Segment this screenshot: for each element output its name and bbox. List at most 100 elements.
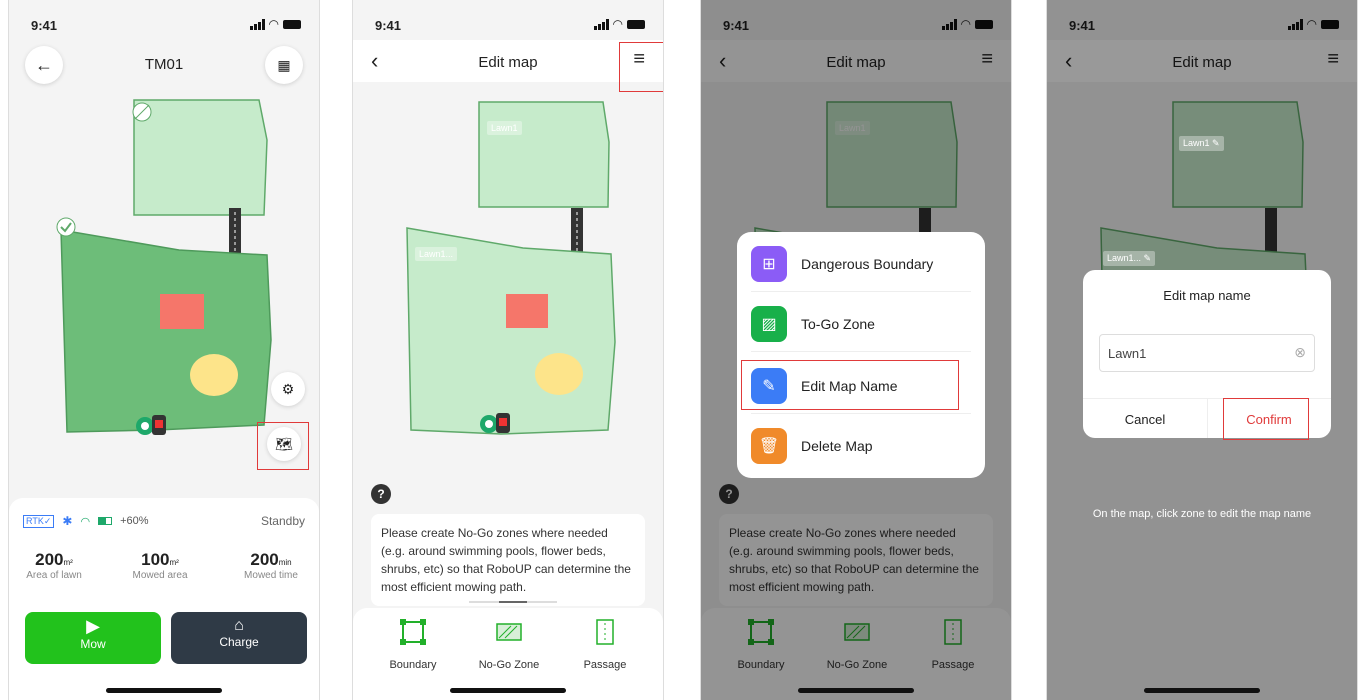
grid-menu-button[interactable]: ▦ [265,46,303,84]
clear-icon[interactable]: ⊗ [1294,344,1306,361]
stat-unit: min [278,558,292,567]
tool-no-go-zone[interactable]: No-Go Zone [469,618,549,671]
status-icons: ◠ [593,17,645,31]
stat-mowed-time: 200min Mowed time [233,550,309,581]
tool-bar: Boundary No-Go Zone Passage [353,608,663,700]
zone-name: Lawn1 [1183,138,1210,148]
pencil-icon: ✎ [1212,138,1220,148]
bluetooth-icon: ✱ [62,514,73,528]
play-icon: ▶ [86,616,100,636]
status-time: 9:41 [31,18,58,33]
stat-label: Mowed time [244,570,298,581]
passage-icon [596,619,614,645]
menu-item-label: To-Go Zone [801,315,875,332]
status-bar: 9:41 ◠ [353,14,663,36]
page-indicator [469,601,557,603]
edit-map-button[interactable]: 🗺 [267,427,301,461]
phone-screen-edit-menu: 9:41 ◠ ‹ Edit map ≡ Lawn1 ? Please creat… [700,0,1012,700]
wifi-status-icon: ◠ [80,515,91,528]
tool-passage[interactable]: Passage [565,618,645,671]
map-action-menu: ⊞ Dangerous Boundary ▨ To-Go Zone ✎ Edit… [737,232,985,478]
stat-area-of-lawn: 200m² Area of lawn [19,550,89,581]
dialog-title: Edit map name [1163,288,1251,303]
zone-label-lawn2[interactable]: Lawn1... ✎ [1103,251,1156,266]
no-go-zone [506,294,548,328]
map-edit-icon: 🗺 [275,435,293,452]
tool-label: No-Go Zone [478,659,540,671]
spot-zone [190,354,238,396]
home-indicator [1144,688,1260,693]
signal-icon [249,18,265,30]
menu-item-label: Dangerous Boundary [801,255,934,272]
hint-card: Please create No-Go zones where needed (… [371,514,645,606]
zone-name: Lawn1... [1107,253,1142,263]
tool-label: Boundary [389,659,437,671]
home-indicator [106,688,222,693]
stat-value: 200 [35,550,64,569]
map-settings-icon: ⚙ [281,380,295,397]
lawn-zone-1 [478,101,610,208]
menu-item-dangerous-boundary[interactable]: ⊞ Dangerous Boundary [751,236,971,292]
zone-label-lawn1[interactable]: Lawn1 [487,121,522,135]
battery-icon [627,19,645,29]
highlight-box [619,42,663,92]
input-value: Lawn1 [1108,346,1147,361]
pencil-icon: ✎ [1143,253,1152,263]
tool-boundary[interactable]: Boundary [373,618,453,671]
stat-unit: m² [63,558,73,567]
no-go-zone [160,294,204,329]
map-settings-button[interactable]: ⚙ [271,372,305,406]
highlight-box [741,360,959,410]
page-title: Edit map [478,54,538,71]
home-indicator [798,688,914,693]
rtk-badge: RTK✓ [23,514,55,528]
lawn-zone-1 [133,99,268,216]
edit-name-dialog: Edit map name Lawn1 ⊗ Cancel Confirm [1083,270,1331,440]
menu-item-to-go-zone[interactable]: ▨ To-Go Zone [751,296,971,352]
zone-label-lawn2[interactable]: Lawn1... [415,247,458,261]
stat-label: Area of lawn [26,570,82,581]
hatch-icon: ▨ [751,305,787,342]
cancel-button[interactable]: Cancel [1083,412,1207,427]
signal-icon [593,18,609,30]
battery-percentage: +60% [120,515,149,527]
plus-square-icon: ⊞ [751,245,787,282]
home-indicator [450,688,566,693]
status-time: 9:41 [375,18,402,33]
control-panel: RTK✓ ✱ ◠ +60% Standby 200m² Area of lawn… [9,498,319,700]
mow-label: Mow [80,637,106,651]
wifi-icon: ◠ [268,17,279,31]
spot-zone [535,353,583,395]
stat-value: 200 [250,550,279,569]
device-status-row: RTK✓ ✱ ◠ +60% [23,514,149,528]
map-name-input[interactable]: Lawn1 ⊗ [1099,334,1315,372]
menu-item-label: Delete Map [801,438,873,454]
phone-screen-rename-map: 9:41 ◠ ‹ Edit map ≡ Lawn1 ✎ Lawn1... ✎ E… [1046,0,1358,700]
phone-screen-mower-home: 9:41 ◠ ← TM01 ▦ ⚙ 🗺 RTK✓ ✱ ◠ +60% Standb… [8,0,320,700]
battery-icon [283,19,301,29]
header: ‹ Edit map ≡ [353,40,663,82]
zone-checked-marker [56,217,76,237]
help-icon[interactable]: ? [371,484,391,504]
charge-button[interactable]: ⌂ Charge [171,612,307,664]
menu-item-delete-map[interactable]: 🗑 Delete Map [751,418,971,474]
charge-dock-icon: ⌂ [234,617,244,634]
stat-mowed-area: 100m² Mowed area [125,550,195,581]
highlight-box [1223,398,1309,440]
status-icons: ◠ [249,17,301,31]
charge-label: Charge [219,635,259,649]
stat-unit: m² [169,558,179,567]
tool-label: Passage [583,659,627,671]
status-bar: 9:41 ◠ [9,14,319,36]
rename-hint: On the map, click zone to edit the map n… [1092,508,1312,520]
battery-level-icon [98,517,113,525]
stat-label: Mowed area [132,570,188,581]
phone-screen-edit-map: 9:41 ◠ ‹ Edit map ≡ Lawn1 Lawn1... ? Ple… [352,0,664,700]
stat-value: 100 [141,550,170,569]
mower-state: Standby [260,514,305,528]
lawn-map[interactable] [353,92,664,452]
mow-button[interactable]: ▶ Mow [25,612,161,664]
grid-icon: ▦ [277,56,291,73]
zone-label-lawn1[interactable]: Lawn1 ✎ [1179,136,1224,151]
boundary-icon [400,619,426,645]
